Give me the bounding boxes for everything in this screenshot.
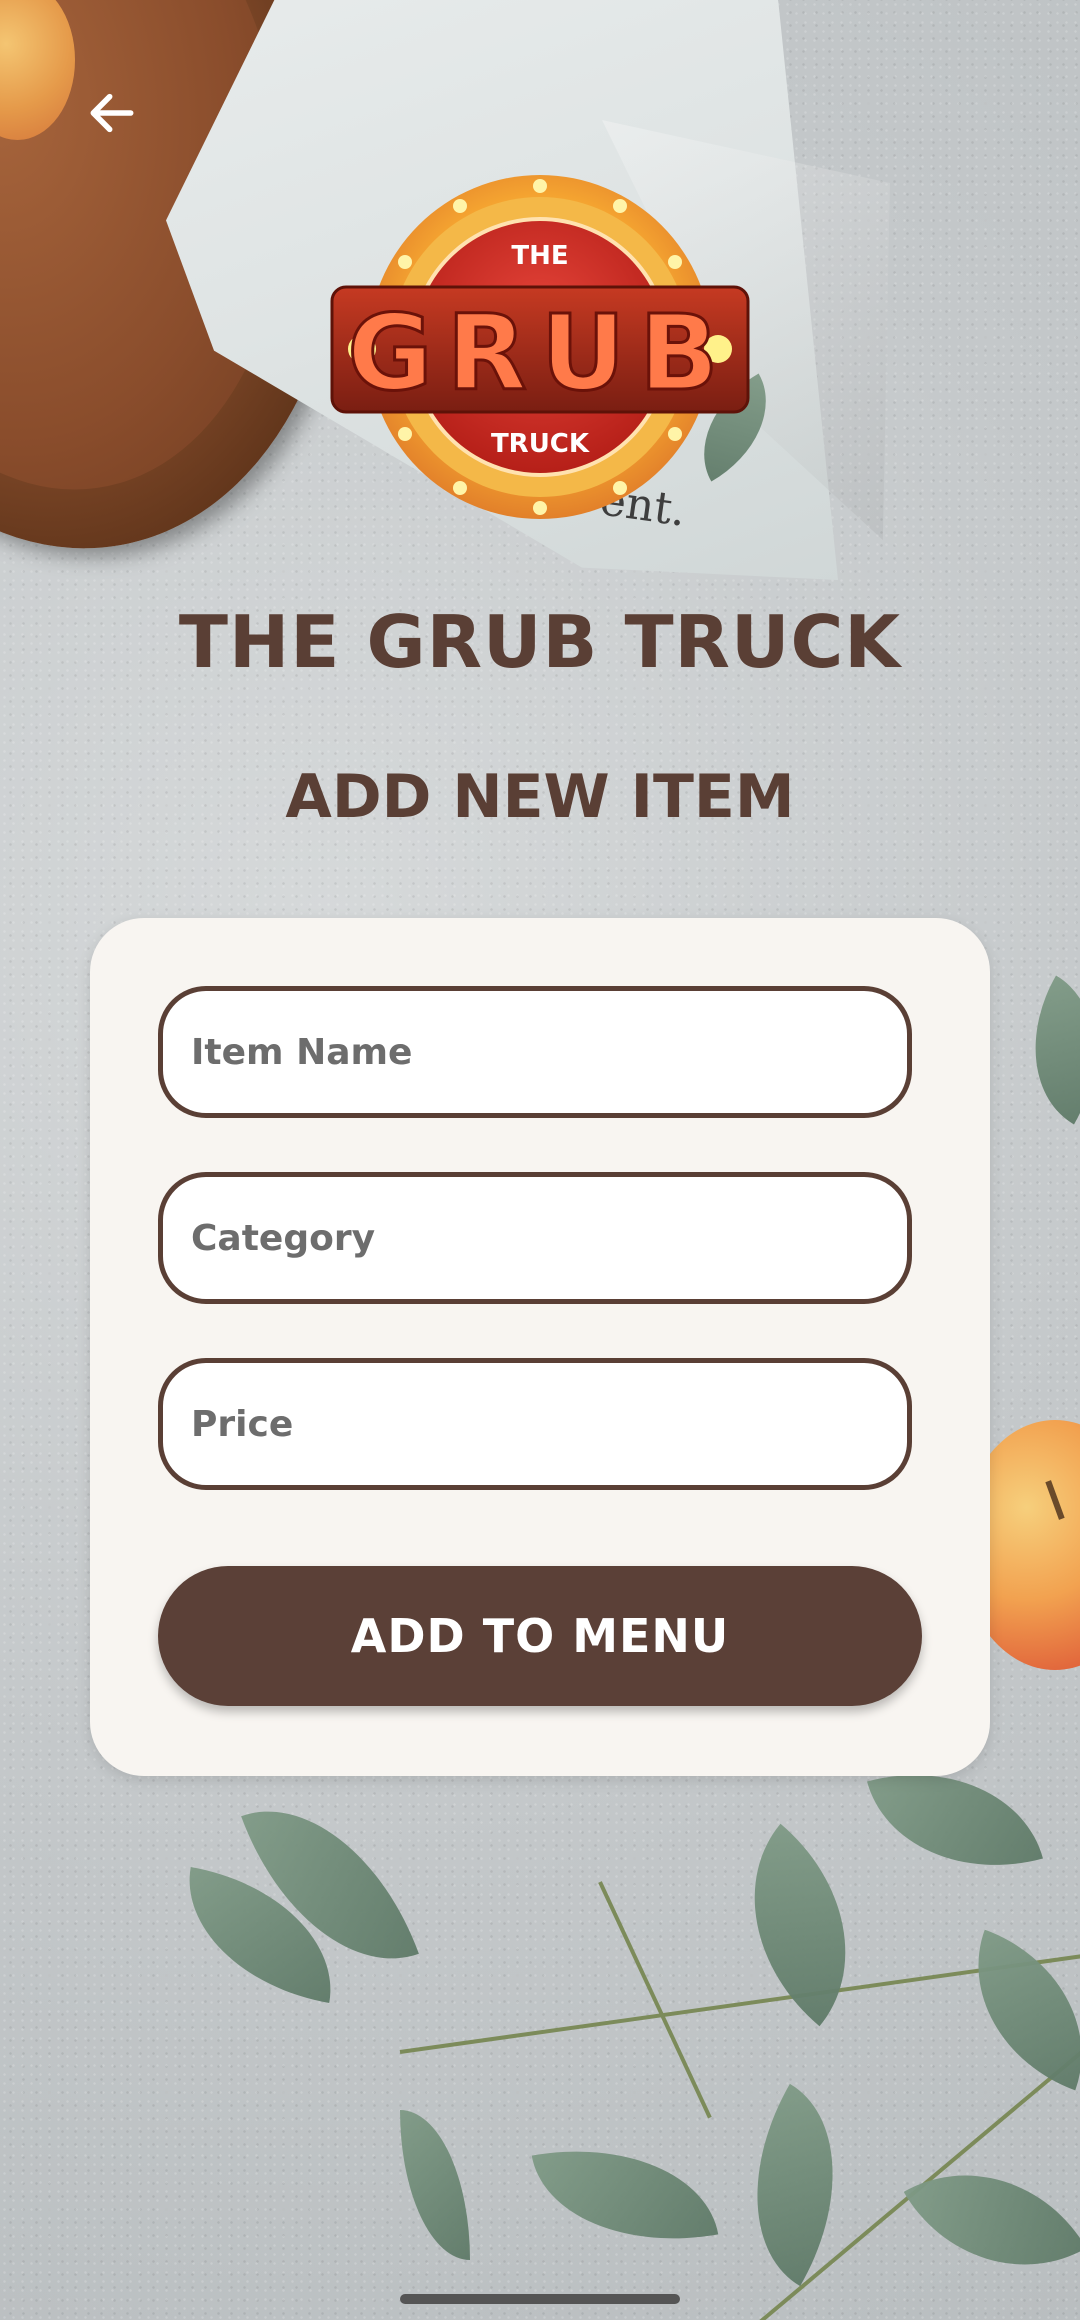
price-field[interactable] — [158, 1358, 912, 1490]
logo-text-top: THE — [511, 241, 568, 271]
grub-truck-logo: THE GRUB TRUCK — [330, 175, 750, 519]
add-item-card: ADD TO MENU — [90, 918, 990, 1776]
arrow-left-icon — [90, 93, 134, 133]
logo-text-bottom: TRUCK — [491, 429, 590, 459]
screen: ent. THE GRUB TRUCK THE GRUB TRUCK ADD N… — [0, 0, 1080, 2320]
category-field[interactable] — [158, 1172, 912, 1304]
add-to-menu-button[interactable]: ADD TO MENU — [158, 1566, 922, 1706]
category-input[interactable] — [163, 1177, 907, 1299]
brand-title: THE GRUB TRUCK — [178, 600, 902, 684]
page-title: ADD NEW ITEM — [285, 762, 795, 832]
item-name-input[interactable] — [163, 991, 907, 1113]
price-input[interactable] — [163, 1363, 907, 1485]
item-name-field[interactable] — [158, 986, 912, 1118]
logo-text-main: GRUB — [347, 292, 732, 414]
back-button[interactable] — [72, 78, 152, 148]
home-indicator[interactable] — [400, 2294, 680, 2304]
